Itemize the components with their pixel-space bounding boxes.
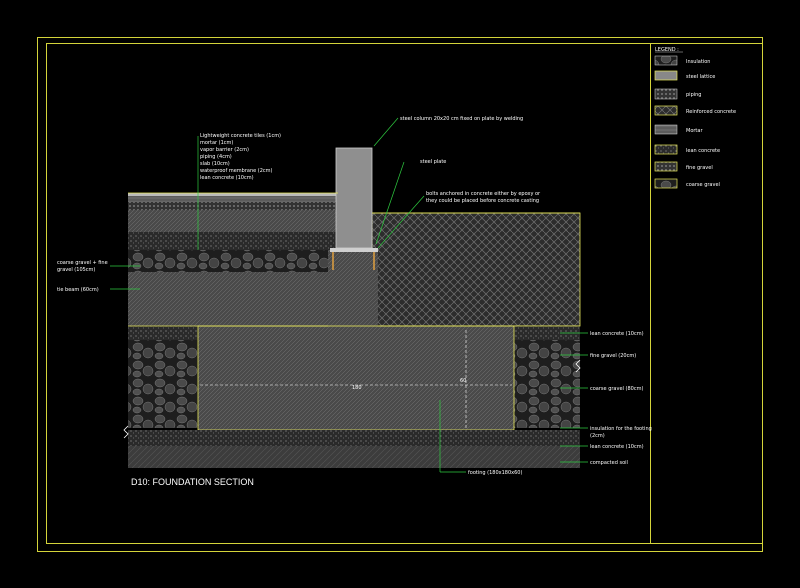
piping-swatch-icon bbox=[654, 88, 678, 100]
drawing-title: D10: FOUNDATION SECTION bbox=[131, 477, 254, 487]
lean-concrete-top-label: lean concrete (10cm) bbox=[590, 331, 644, 337]
lean-concrete-swatch-icon bbox=[654, 144, 678, 155]
dim-width-label: 180 bbox=[352, 385, 362, 391]
gravel-label-2: gravel (105cm) bbox=[57, 267, 95, 273]
fine-gravel-swatch-icon bbox=[654, 161, 678, 172]
tie-beam bbox=[128, 272, 328, 327]
steel-plate bbox=[330, 248, 378, 252]
slab-layer bbox=[128, 210, 338, 232]
steel-column bbox=[335, 147, 373, 249]
steel-column-label: steel column 20x20 cm fixed on plate by … bbox=[400, 116, 523, 122]
compacted-soil-label: compacted soil bbox=[590, 460, 628, 466]
gravel-label-1: coarse gravel + fine bbox=[57, 260, 108, 266]
compacted-soil bbox=[128, 446, 580, 468]
piping-layer bbox=[128, 202, 338, 210]
gravel-layer bbox=[128, 250, 328, 272]
layer-label-vapor: vapor barrier (2cm) bbox=[200, 147, 249, 153]
pedestal bbox=[328, 250, 378, 327]
insulation-swatch-icon bbox=[654, 55, 678, 66]
break-symbol-left bbox=[123, 425, 129, 439]
layer-label-lean: lean concrete (10cm) bbox=[200, 175, 254, 181]
layer-label-slab: slab (10cm) bbox=[200, 161, 230, 167]
legend-item-label: fine gravel bbox=[686, 165, 713, 171]
bolts-label-1: bolts anchored in concrete either by epo… bbox=[426, 191, 541, 197]
gravel-right bbox=[514, 340, 580, 428]
mortar-layer bbox=[128, 196, 338, 202]
legend-item-label: steel lattice bbox=[686, 74, 715, 80]
legend-item-label: Insulation bbox=[686, 59, 710, 65]
layer-label-mortar: mortar (1cm) bbox=[200, 140, 233, 146]
legend-item-label: Reinforced concrete bbox=[686, 109, 736, 115]
legend-item-label: piping bbox=[686, 92, 701, 98]
steel-lattice-swatch-icon bbox=[654, 70, 678, 81]
legend-item-label: Mortar bbox=[686, 128, 703, 134]
legend: LEGEND : Insulation steel lattice piping… bbox=[654, 47, 736, 189]
coarse-gravel-swatch-icon bbox=[654, 178, 678, 189]
lean-concrete-bottom bbox=[128, 430, 580, 446]
mortar-swatch-icon bbox=[654, 124, 678, 135]
tiles-layer bbox=[128, 193, 338, 196]
lean-concrete-bottom-label: lean concrete (10cm) bbox=[590, 444, 644, 450]
footing-label: footing (180x180x60) bbox=[468, 470, 522, 476]
foundation-section-drawing: 180 60 Lightweight concrete tiles (1cm) … bbox=[57, 47, 736, 487]
layer-label-tiles: Lightweight concrete tiles (1cm) bbox=[200, 133, 281, 139]
reinforced-concrete-swatch-icon bbox=[654, 105, 678, 116]
lean-concrete-layer bbox=[128, 232, 338, 250]
backfill-block bbox=[371, 212, 581, 327]
footing bbox=[197, 325, 515, 431]
layer-label-piping: piping (4cm) bbox=[200, 154, 232, 160]
legend-item-label: lean concrete bbox=[686, 148, 720, 154]
bolts-label-2: they could be placed before concrete cas… bbox=[426, 198, 539, 204]
tie-beam-label: tie beam (60cm) bbox=[57, 287, 99, 293]
legend-item-label: coarse gravel bbox=[686, 182, 720, 188]
dim-height-label: 60 bbox=[460, 378, 466, 384]
layer-label-membrane: waterproof membrane (2cm) bbox=[200, 168, 273, 174]
coarse-gravel-label: coarse gravel (80cm) bbox=[590, 386, 643, 392]
steel-plate-label: steel plate bbox=[420, 159, 446, 165]
insulation-footing-label-2: (2cm) bbox=[590, 433, 605, 439]
insulation-footing-label-1: insulation for the footing bbox=[590, 426, 652, 432]
fine-gravel-label: fine gravel (20cm) bbox=[590, 353, 636, 359]
gravel-left bbox=[128, 340, 198, 428]
